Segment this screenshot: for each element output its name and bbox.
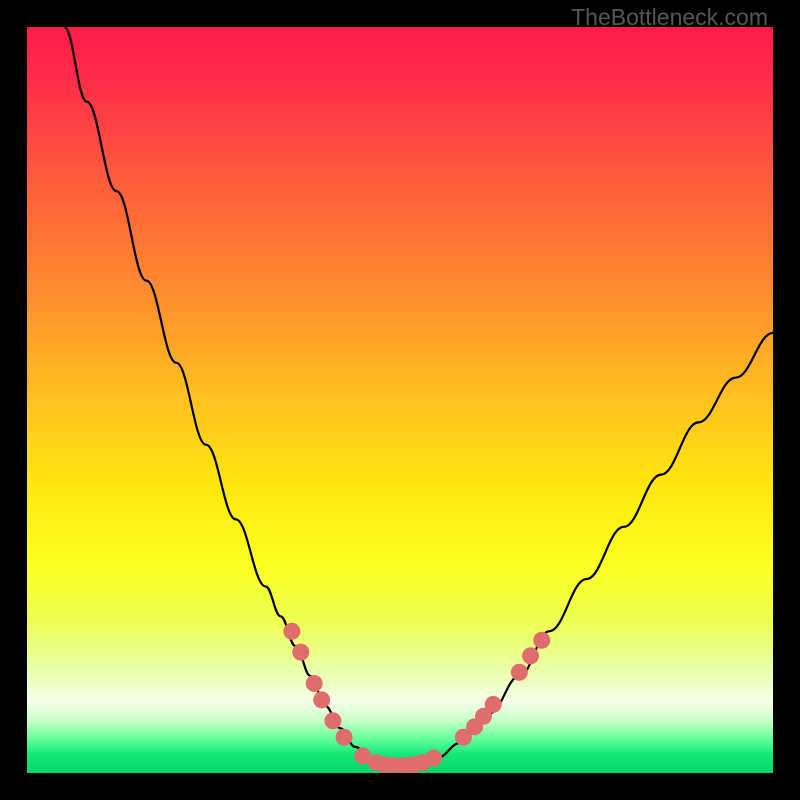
bottleneck-chart bbox=[27, 27, 773, 773]
curve-marker bbox=[283, 623, 300, 640]
curve-marker bbox=[425, 750, 442, 767]
curve-marker bbox=[306, 675, 323, 692]
watermark-text: TheBottleneck.com bbox=[571, 4, 768, 31]
chart-background bbox=[27, 27, 773, 773]
curve-marker bbox=[485, 696, 502, 713]
curve-marker bbox=[292, 644, 309, 661]
curve-marker bbox=[522, 647, 539, 664]
curve-marker bbox=[533, 632, 550, 649]
curve-marker bbox=[511, 664, 528, 681]
curve-marker bbox=[324, 712, 341, 729]
curve-marker bbox=[313, 691, 330, 708]
chart-frame bbox=[27, 27, 773, 773]
curve-marker bbox=[336, 729, 353, 746]
